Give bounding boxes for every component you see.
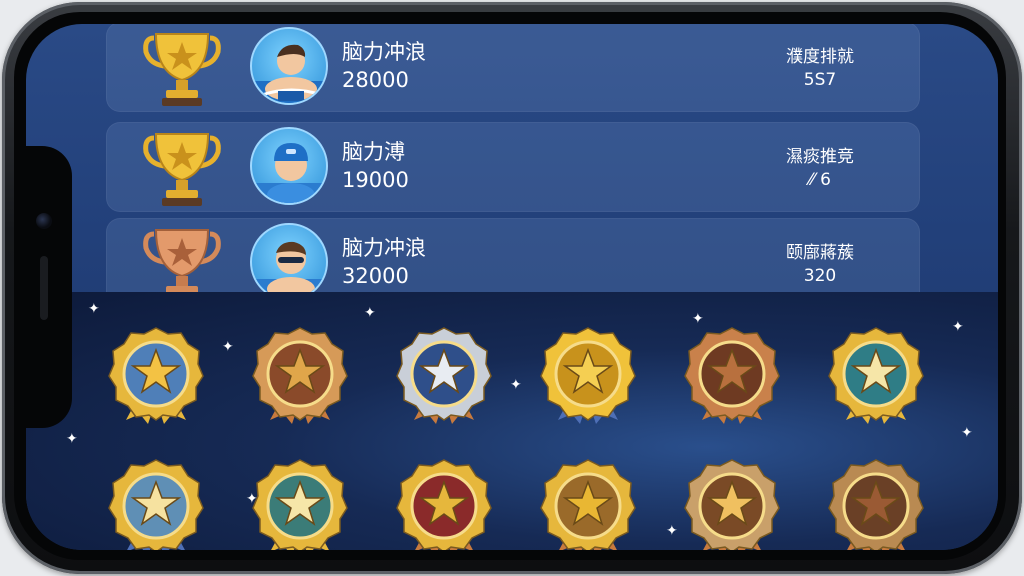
achievement-badge-bronze-dark[interactable] — [682, 324, 782, 424]
gold-trophy-icon — [143, 33, 221, 106]
achievement-badge-bronze-plain[interactable] — [682, 456, 782, 550]
rank-label: 濮度排就 — [786, 47, 854, 67]
medal-star-icon — [828, 327, 924, 424]
achievement-badge-red-gold[interactable] — [394, 456, 494, 550]
rank-label: 濕痰推竞 — [786, 147, 854, 167]
rank-value: 5S7 — [803, 70, 837, 90]
medal-star-icon — [108, 327, 204, 424]
leaderboard: 脑力冲浪 28000 濮度排就 5S7 脑力溥 19000 濕痰推竞 ⁄⁄ 6 … — [26, 24, 998, 308]
gold-trophy-icon — [143, 133, 221, 206]
player-score: 28000 — [342, 68, 409, 92]
achievement-badge-silver-blue[interactable] — [394, 324, 494, 424]
camera-icon — [36, 213, 52, 229]
rank-value: ⁄⁄ 6 — [809, 170, 831, 190]
sparkle-icon: ✦ — [66, 431, 78, 447]
rank-label: 颐廍蔣蔟 — [786, 243, 854, 263]
app-screen: 脑力冲浪 28000 濮度排就 5S7 脑力溥 19000 濕痰推竞 ⁄⁄ 6 … — [26, 24, 998, 550]
medal-star-icon — [108, 459, 204, 550]
achievement-badge-bronze[interactable] — [250, 324, 350, 424]
sparkle-icon: ✦ — [961, 425, 973, 441]
rank-value: 320 — [803, 266, 837, 286]
leaderboard-row[interactable]: 脑力冲浪 28000 濮度排就 5S7 — [106, 24, 920, 112]
medal-star-icon — [540, 459, 636, 550]
achievement-badge-gold-teal[interactable] — [250, 456, 350, 550]
leaderboard-row[interactable]: 脑力溥 19000 濕痰推竞 ⁄⁄ 6 — [106, 122, 920, 212]
sparkle-icon: ✦ — [222, 339, 234, 355]
medal-star-icon — [396, 327, 492, 424]
sparkle-icon: ✦ — [666, 523, 678, 539]
medal-star-icon — [252, 459, 348, 550]
medal-star-icon — [684, 459, 780, 550]
sparkle-icon: ✦ — [88, 301, 100, 317]
player-score: 32000 — [342, 264, 409, 288]
medal-star-icon — [540, 327, 636, 424]
phone-notch — [26, 146, 72, 428]
medal-star-icon — [252, 327, 348, 424]
avatar-surfer-icon — [250, 27, 328, 105]
player-name: 脑力溥 — [342, 140, 405, 164]
player-name: 脑力冲浪 — [342, 236, 426, 260]
achievement-badge-blue-gold[interactable] — [106, 324, 206, 424]
sparkle-icon: ✦ — [510, 377, 522, 393]
player-score: 19000 — [342, 168, 409, 192]
achievement-badge-gold-bronze[interactable] — [538, 456, 638, 550]
medal-star-icon — [828, 459, 924, 550]
avatar-cap-icon — [250, 127, 328, 205]
achievement-badge-bronze-brown[interactable] — [826, 456, 926, 550]
player-name: 脑力冲浪 — [342, 40, 426, 64]
achievement-badge-gold[interactable] — [538, 324, 638, 424]
sparkle-icon: ✦ — [952, 319, 964, 335]
medal-star-icon — [684, 327, 780, 424]
speaker-grille — [40, 256, 48, 320]
achievement-badge-silver-gold[interactable] — [106, 456, 206, 550]
medal-star-icon — [396, 459, 492, 550]
sparkle-icon: ✦ — [364, 305, 376, 321]
achievement-badge-teal-gold[interactable] — [826, 324, 926, 424]
avatar-goggles-icon — [250, 223, 328, 301]
